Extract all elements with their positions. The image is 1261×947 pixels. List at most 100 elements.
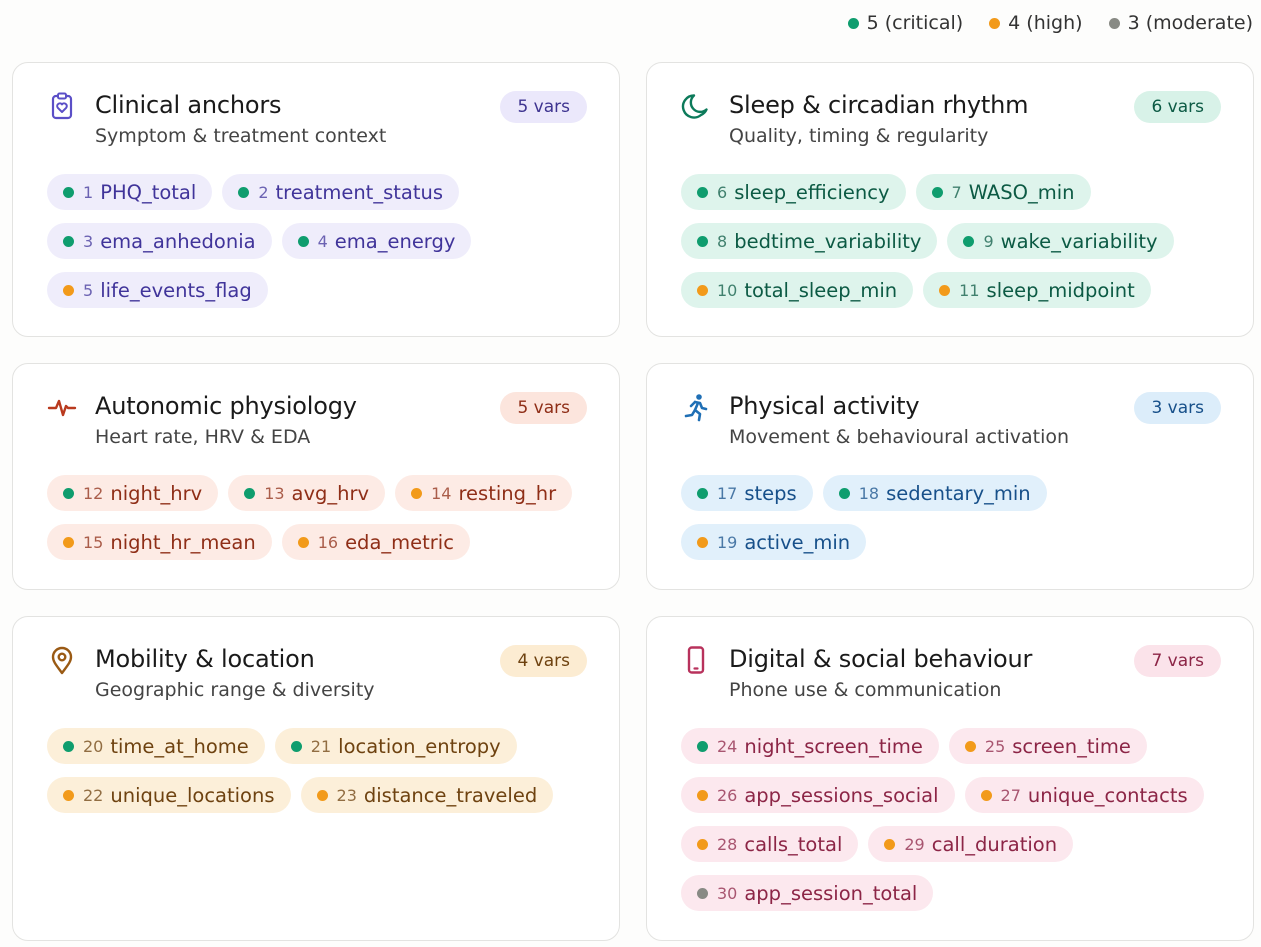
variable-name: steps <box>744 481 797 505</box>
var-count-badge: 3 vars <box>1134 392 1221 424</box>
var-count-badge: 4 vars <box>500 645 587 677</box>
importance-dot <box>63 487 74 499</box>
variable-chip[interactable]: 14 resting_hr <box>395 475 573 511</box>
var-count-badge: 7 vars <box>1134 645 1221 677</box>
variable-chip[interactable]: 21 location_entropy <box>274 728 517 764</box>
importance-dot <box>697 838 708 850</box>
card-title: Clinical anchors <box>95 91 282 119</box>
card-title: Physical activity <box>729 392 920 420</box>
card-titles: Clinical anchors Symptom & treatment cont… <box>95 89 500 149</box>
variable-name: life_events_flag <box>100 278 252 302</box>
variable-number: 6 <box>717 182 728 202</box>
variable-number: 18 <box>858 483 880 503</box>
card-header: Digital & social behaviour Phone use & co… <box>681 643 1221 703</box>
variable-number: 29 <box>904 834 925 854</box>
var-count-badge: 6 vars <box>1134 91 1221 123</box>
variable-chip[interactable]: 2 treatment_status <box>222 174 459 210</box>
importance-dot <box>697 235 708 247</box>
variable-name: calls_total <box>744 832 843 856</box>
variable-number: 10 <box>717 280 738 300</box>
variable-chip[interactable]: 6 sleep_efficiency <box>681 174 906 210</box>
variable-chip[interactable]: 30 app_session_total <box>681 875 934 911</box>
card-mobility: Mobility & location Geographic range & di… <box>12 616 620 941</box>
variable-chip[interactable]: 28 calls_total <box>681 826 859 862</box>
variable-name: ema_anhedonia <box>100 229 256 253</box>
variable-number: 16 <box>317 532 339 552</box>
variable-chip[interactable]: 25 screen_time <box>948 728 1147 764</box>
importance-dot <box>63 235 74 247</box>
card-autonomic: Autonomic physiology Heart rate, HRV & ED… <box>12 363 620 590</box>
card-header: Mobility & location Geographic range & di… <box>47 643 587 703</box>
importance-dot <box>297 536 309 548</box>
variable-name: night_screen_time <box>744 734 923 758</box>
variable-chip[interactable]: 9 wake_variability <box>947 223 1174 259</box>
variable-chip[interactable]: 10 total_sleep_min <box>681 272 914 308</box>
importance-dot <box>838 487 850 499</box>
card-titles: Mobility & location Geographic range & di… <box>95 643 500 703</box>
variable-chip[interactable]: 23 distance_traveled <box>300 777 554 813</box>
importance-dot <box>63 186 74 198</box>
importance-dot <box>697 536 708 548</box>
importance-dot <box>939 284 951 296</box>
importance-dot <box>411 487 423 499</box>
importance-dot <box>697 887 708 899</box>
importance-dot <box>244 487 256 499</box>
variable-name: ema_energy <box>334 229 456 253</box>
variable-number: 2 <box>258 182 269 202</box>
heartbeat-icon <box>47 392 77 422</box>
importance-dot <box>697 740 708 752</box>
variable-chip[interactable]: 8 bedtime_variability <box>681 223 938 259</box>
variable-chip[interactable]: 22 unique_locations <box>47 777 291 813</box>
variable-chip[interactable]: 27 unique_contacts <box>964 777 1204 813</box>
variable-name: active_min <box>744 530 851 554</box>
variable-name: time_at_home <box>110 734 249 758</box>
variable-number: 12 <box>83 483 104 503</box>
variable-chip[interactable]: 12 night_hrv <box>47 475 219 511</box>
card-clinical: Clinical anchors Symptom & treatment cont… <box>12 62 620 337</box>
variable-name: unique_contacts <box>1027 783 1188 807</box>
card-header: Sleep & circadian rhythm Quality, timing … <box>681 89 1221 149</box>
variable-name: total_sleep_min <box>744 278 898 302</box>
variable-name: unique_locations <box>110 783 275 807</box>
variable-number: 24 <box>717 736 738 756</box>
variable-chip[interactable]: 15 night_hr_mean <box>47 524 272 560</box>
variable-chip[interactable]: 26 app_sessions_social <box>681 777 955 813</box>
importance-dot <box>697 789 708 801</box>
variable-number: 27 <box>1000 785 1021 805</box>
card-digital: Digital & social behaviour Phone use & co… <box>646 616 1254 941</box>
variable-chip[interactable]: 11 sleep_midpoint <box>923 272 1151 308</box>
variable-chips: 1 PHQ_total 2 treatment_status 3 ema_anhedoni… <box>47 174 587 308</box>
var-count-badge: 5 vars <box>500 392 587 424</box>
variable-chip[interactable]: 20 time_at_home <box>47 728 265 764</box>
variable-name: night_hr_mean <box>110 530 256 554</box>
variable-number: 3 <box>83 231 94 251</box>
variable-chip[interactable]: 5 life_events_flag <box>47 272 268 308</box>
legend-dot <box>847 17 859 29</box>
card-title: Mobility & location <box>95 645 315 673</box>
running-person-icon <box>681 392 711 422</box>
variable-chip[interactable]: 16 eda_metric <box>281 524 470 560</box>
smartphone-icon <box>681 645 711 675</box>
variable-name: app_sessions_social <box>744 783 939 807</box>
importance-dot <box>697 284 708 296</box>
variable-chip[interactable]: 13 avg_hrv <box>228 475 386 511</box>
variable-chips: 12 night_hrv 13 avg_hrv 14 resting_hr 15 night_… <box>47 475 587 560</box>
variable-chip[interactable]: 18 sedentary_min <box>822 475 1047 511</box>
variable-chip[interactable]: 24 night_screen_time <box>681 728 939 764</box>
variable-chip[interactable]: 1 PHQ_total <box>47 174 213 210</box>
variable-chip[interactable]: 17 steps <box>681 475 813 511</box>
variable-chip[interactable]: 29 call_duration <box>868 826 1074 862</box>
variable-chip[interactable]: 7 WASO_min <box>915 174 1091 210</box>
variable-name: night_hrv <box>110 481 203 505</box>
variable-chip[interactable]: 4 ema_energy <box>281 223 472 259</box>
card-title: Sleep & circadian rhythm <box>729 91 1029 119</box>
card-subtitle: Movement & behavioural activation <box>729 426 1070 448</box>
variable-chips: 20 time_at_home 21 location_entropy 22 unique… <box>47 728 587 813</box>
card-title: Autonomic physiology <box>95 392 357 420</box>
card-subtitle: Quality, timing & regularity <box>729 125 989 147</box>
variable-chips: 24 night_screen_time 25 screen_time 26 app_se… <box>681 728 1221 911</box>
variable-name: WASO_min <box>968 180 1075 204</box>
variable-chip[interactable]: 19 active_min <box>681 524 867 560</box>
variable-chip[interactable]: 3 ema_anhedonia <box>47 223 272 259</box>
importance-dot <box>63 740 74 752</box>
